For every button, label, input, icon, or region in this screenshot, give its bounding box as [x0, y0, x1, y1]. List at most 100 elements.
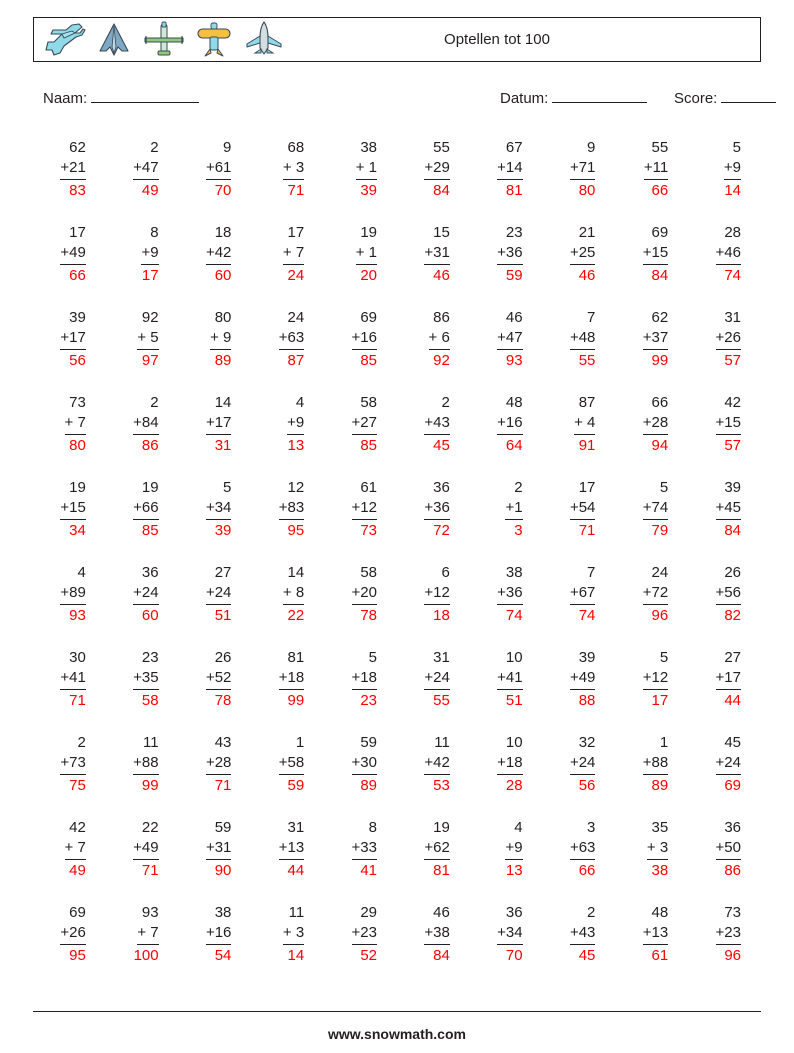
- answer-value[interactable]: 20: [360, 265, 377, 286]
- answer-value[interactable]: 96: [652, 605, 669, 626]
- answer-value[interactable]: 82: [724, 605, 741, 626]
- answer-value[interactable]: 54: [215, 945, 232, 966]
- answer-value[interactable]: 85: [142, 520, 159, 541]
- answer-value[interactable]: 75: [69, 775, 86, 796]
- answer-value[interactable]: 86: [142, 435, 159, 456]
- answer-value[interactable]: 78: [215, 690, 232, 711]
- answer-value[interactable]: 80: [579, 180, 596, 201]
- score-input-line[interactable]: [721, 102, 777, 103]
- name-input-line[interactable]: [91, 102, 200, 103]
- answer-value[interactable]: 17: [652, 690, 669, 711]
- answer-value[interactable]: 99: [288, 690, 305, 711]
- answer-value[interactable]: 84: [724, 520, 741, 541]
- answer-value[interactable]: 45: [579, 945, 596, 966]
- answer-value[interactable]: 85: [360, 435, 377, 456]
- answer-value[interactable]: 51: [506, 690, 523, 711]
- answer-value[interactable]: 90: [215, 860, 232, 881]
- answer-value[interactable]: 87: [288, 350, 305, 371]
- answer-value[interactable]: 49: [142, 180, 159, 201]
- answer-value[interactable]: 23: [360, 690, 377, 711]
- answer-value[interactable]: 57: [724, 350, 741, 371]
- answer-value[interactable]: 55: [579, 350, 596, 371]
- answer-value[interactable]: 88: [579, 690, 596, 711]
- answer-value[interactable]: 81: [433, 860, 450, 881]
- answer-value[interactable]: 92: [433, 350, 450, 371]
- answer-value[interactable]: 95: [69, 945, 86, 966]
- answer-value[interactable]: 22: [288, 605, 305, 626]
- answer-value[interactable]: 46: [433, 265, 450, 286]
- answer-value[interactable]: 41: [360, 860, 377, 881]
- answer-value[interactable]: 86: [724, 860, 741, 881]
- answer-value[interactable]: 59: [506, 265, 523, 286]
- answer-value[interactable]: 61: [652, 945, 669, 966]
- answer-value[interactable]: 28: [506, 775, 523, 796]
- answer-value[interactable]: 51: [215, 605, 232, 626]
- answer-value[interactable]: 3: [514, 520, 522, 541]
- answer-value[interactable]: 64: [506, 435, 523, 456]
- answer-value[interactable]: 53: [433, 775, 450, 796]
- answer-value[interactable]: 66: [579, 860, 596, 881]
- answer-value[interactable]: 99: [652, 350, 669, 371]
- answer-value[interactable]: 71: [142, 860, 159, 881]
- answer-value[interactable]: 69: [724, 775, 741, 796]
- answer-value[interactable]: 89: [360, 775, 377, 796]
- answer-value[interactable]: 58: [142, 690, 159, 711]
- answer-value[interactable]: 81: [506, 180, 523, 201]
- answer-value[interactable]: 84: [433, 945, 450, 966]
- answer-value[interactable]: 44: [724, 690, 741, 711]
- answer-value[interactable]: 71: [579, 520, 596, 541]
- answer-value[interactable]: 56: [69, 350, 86, 371]
- answer-value[interactable]: 71: [288, 180, 305, 201]
- answer-value[interactable]: 96: [724, 945, 741, 966]
- answer-value[interactable]: 66: [652, 180, 669, 201]
- answer-value[interactable]: 66: [69, 265, 86, 286]
- answer-value[interactable]: 93: [69, 605, 86, 626]
- answer-value[interactable]: 60: [215, 265, 232, 286]
- answer-value[interactable]: 73: [360, 520, 377, 541]
- answer-value[interactable]: 56: [579, 775, 596, 796]
- answer-value[interactable]: 71: [215, 775, 232, 796]
- answer-value[interactable]: 79: [652, 520, 669, 541]
- answer-value[interactable]: 45: [433, 435, 450, 456]
- answer-value[interactable]: 84: [433, 180, 450, 201]
- answer-value[interactable]: 52: [360, 945, 377, 966]
- answer-value[interactable]: 49: [69, 860, 86, 881]
- answer-value[interactable]: 97: [142, 350, 159, 371]
- answer-value[interactable]: 70: [506, 945, 523, 966]
- answer-value[interactable]: 44: [288, 860, 305, 881]
- answer-value[interactable]: 72: [433, 520, 450, 541]
- answer-value[interactable]: 95: [288, 520, 305, 541]
- answer-value[interactable]: 89: [652, 775, 669, 796]
- answer-value[interactable]: 18: [433, 605, 450, 626]
- answer-value[interactable]: 94: [652, 435, 669, 456]
- answer-value[interactable]: 13: [506, 860, 523, 881]
- answer-value[interactable]: 99: [142, 775, 159, 796]
- answer-value[interactable]: 39: [360, 180, 377, 201]
- answer-value[interactable]: 24: [288, 265, 305, 286]
- answer-value[interactable]: 91: [579, 435, 596, 456]
- answer-value[interactable]: 34: [69, 520, 86, 541]
- answer-value[interactable]: 89: [215, 350, 232, 371]
- answer-value[interactable]: 85: [360, 350, 377, 371]
- answer-value[interactable]: 46: [579, 265, 596, 286]
- answer-value[interactable]: 71: [69, 690, 86, 711]
- date-input-line[interactable]: [552, 102, 648, 103]
- answer-value[interactable]: 74: [579, 605, 596, 626]
- answer-value[interactable]: 83: [69, 180, 86, 201]
- answer-value[interactable]: 13: [288, 435, 305, 456]
- answer-value[interactable]: 59: [288, 775, 305, 796]
- answer-value[interactable]: 14: [288, 945, 305, 966]
- answer-value[interactable]: 78: [360, 605, 377, 626]
- answer-value[interactable]: 93: [506, 350, 523, 371]
- answer-value[interactable]: 39: [215, 520, 232, 541]
- answer-value[interactable]: 57: [724, 435, 741, 456]
- answer-value[interactable]: 38: [652, 860, 669, 881]
- answer-value[interactable]: 74: [506, 605, 523, 626]
- answer-value[interactable]: 14: [724, 180, 741, 201]
- answer-value[interactable]: 70: [215, 180, 232, 201]
- answer-value[interactable]: 60: [142, 605, 159, 626]
- answer-value[interactable]: 31: [215, 435, 232, 456]
- answer-value[interactable]: 17: [142, 265, 159, 286]
- answer-value[interactable]: 74: [724, 265, 741, 286]
- answer-value[interactable]: 80: [69, 435, 86, 456]
